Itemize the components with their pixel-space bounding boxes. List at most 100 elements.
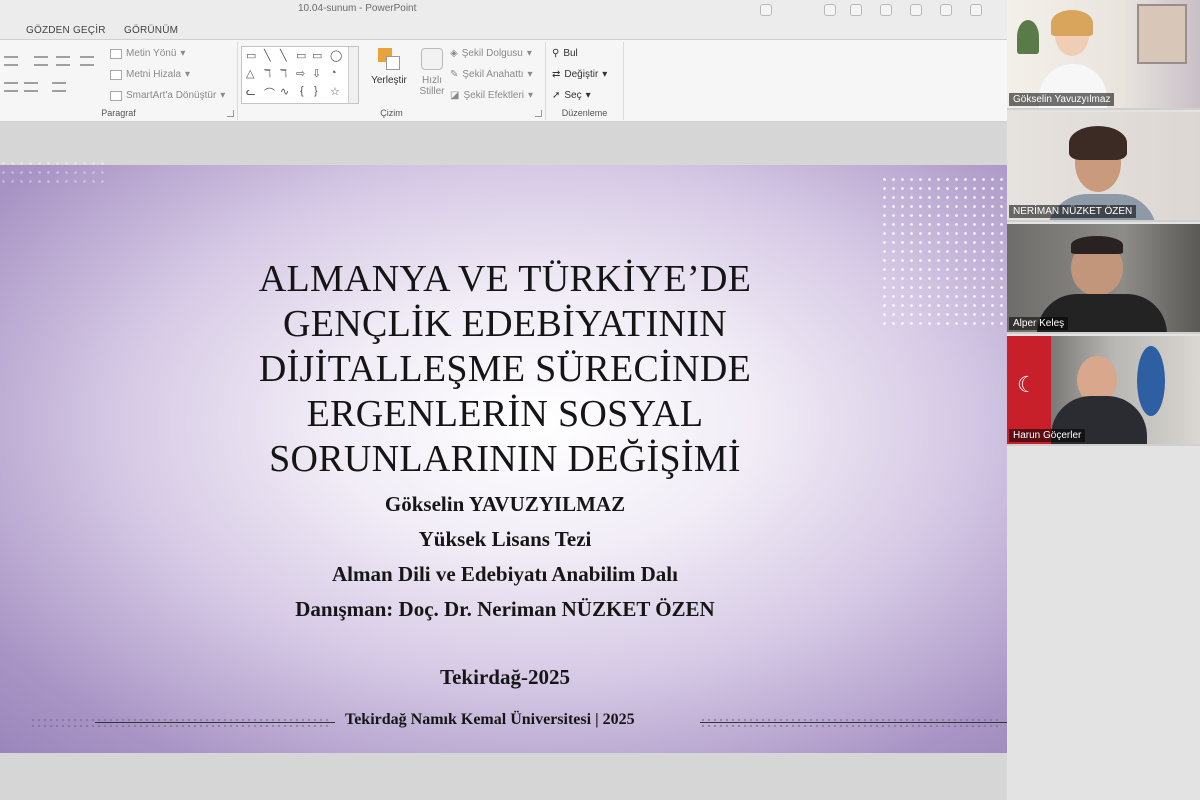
quick-styles-label-2: Stiller [419,86,445,97]
participant-hair [1051,10,1093,36]
advisor: Danışman: Doç. Dr. Neriman NÜZKET ÖZEN [295,597,715,621]
shape-item[interactable]: ◯ [330,49,342,62]
editing-group: ⚲ Bul ⇄ Değiştir ▾ ➚ Seç ▾ Düzenleme [546,42,624,120]
shape-item[interactable]: ∿ [280,85,289,98]
shape-item[interactable]: ▭ [296,49,306,62]
participant-tile[interactable]: ☾ Harun Göçerler [1007,336,1200,446]
replace-icon: ⇄ [552,69,561,80]
shape-item[interactable]: ▭ [312,49,322,62]
people-icon[interactable] [940,4,952,16]
shapes-gallery[interactable]: ▭ ╲ ╲ ▭ ▭ ◯ △ ℸ ℸ ⇨ ⇩ ◔ ᓚ ⌒ ∿ { } ☆ [241,46,359,104]
footer-dots [700,717,1000,727]
editing-group-label: Düzenleme [561,108,608,118]
text-direction-button[interactable]: Metin Yönü ▾ [110,48,185,59]
shape-item[interactable]: ▭ [246,49,256,62]
find-label: Bul [563,48,578,59]
cursor-icon: ➚ [552,90,561,101]
shape-item[interactable]: ᓚ [246,85,255,98]
binoculars-icon: ⚲ [552,48,560,59]
replace-label: Değiştir [564,69,599,80]
replace-button[interactable]: ⇄ Değiştir ▾ [552,69,607,80]
dropdown-arrow-icon: ▾ [528,90,534,101]
participant-name: Alper Keleş [1009,317,1069,330]
clock-icon[interactable] [760,4,772,16]
dropdown-arrow-icon: ▾ [585,90,591,101]
shelf [1137,4,1187,64]
smartart-button[interactable]: SmartArt'a Dönüştür ▾ [110,90,225,101]
arrange-button[interactable]: Yerleştir [366,46,412,86]
text-direction-label: Metin Yönü [126,48,177,59]
columns-icon[interactable] [52,82,66,92]
participant-tile[interactable]: NERİMAN NÜZKET ÖZEN [1007,112,1200,222]
shape-item[interactable]: ╲ [264,49,271,62]
shape-item[interactable]: { [300,85,304,97]
paint-bucket-icon: ◈ [450,48,458,59]
dropdown-arrow-icon: ▾ [602,69,608,80]
tab-view[interactable]: GÖRÜNÜM [124,25,178,36]
paragraph-group: Metin Yönü ▾ Metni Hizala ▾ SmartArt'a D… [0,42,238,120]
shape-item[interactable]: } [314,85,318,97]
shape-item[interactable]: ⇩ [312,67,321,80]
find-button[interactable]: ⚲ Bul [552,48,578,59]
participant-tile[interactable]: Gökselin Yavuzyılmaz [1007,0,1200,110]
align-right-icon[interactable] [4,82,18,92]
smartart-label: SmartArt'a Dönüştür [126,90,217,101]
shape-fill-label: Şekil Dolgusu [461,48,523,59]
shape-item[interactable]: ⇨ [296,67,305,80]
text-direction-icon [110,48,122,59]
participant-tile[interactable]: Alper Keleş [1007,224,1200,334]
shape-item[interactable]: ℸ [280,67,287,80]
align-text-icon [110,69,122,80]
title-line: SORUNLARININ DEĞİŞİMİ [269,438,741,480]
people-icon[interactable] [910,4,922,16]
participant-name: Harun Göçerler [1009,429,1086,442]
quick-styles-button[interactable]: Hızlı Stiller [412,46,452,97]
indent-increase-icon[interactable] [56,56,70,66]
slide[interactable]: ALMANYA VE TÜRKİYE’DE GENÇLİK EDEBİYATIN… [0,159,1050,753]
shape-effects-button[interactable]: ◪ Şekil Efektleri ▾ [450,90,533,101]
people-icon[interactable] [970,4,982,16]
crescent-star-icon: ☾ [1017,372,1037,397]
shape-item[interactable]: △ [246,67,254,80]
title-line: ALMANYA VE TÜRKİYE’DE [258,258,752,300]
title-line: GENÇLİK EDEBİYATININ [283,303,727,345]
select-label: Seç [564,90,582,101]
tab-review[interactable]: GÖZDEN GEÇİR [26,25,106,36]
participant-strip: Gökselin Yavuzyılmaz NERİMAN NÜZKET ÖZEN… [1007,0,1200,800]
university-emblem [1137,346,1165,416]
align-text-label: Metni Hizala [126,69,182,80]
line-spacing-icon[interactable] [80,56,94,66]
quick-access-icons [760,2,1000,20]
people-icon[interactable] [880,4,892,16]
shape-effects-label: Şekil Efektleri [463,90,525,101]
participant-hair [1071,236,1123,254]
shape-item[interactable]: ◔ [330,67,337,79]
gallery-scrollbar[interactable] [348,47,358,103]
degree-type: Yüksek Lisans Tezi [418,527,592,551]
align-icon[interactable] [4,56,18,66]
shape-outline-button[interactable]: ✎ Şekil Anahattı ▾ [450,69,533,80]
arrange-icon [376,46,402,72]
shape-fill-button[interactable]: ◈ Şekil Dolgusu ▾ [450,48,532,59]
shape-item[interactable]: ╲ [280,49,287,62]
dropdown-arrow-icon: ▾ [185,69,191,80]
effects-icon: ◪ [450,90,460,101]
dropdown-arrow-icon: ▾ [527,69,533,80]
pencil-icon: ✎ [450,69,459,80]
people-icon[interactable] [824,4,836,16]
indent-decrease-icon[interactable] [34,56,48,66]
shape-item[interactable]: ℸ [264,67,271,80]
justify-icon[interactable] [24,82,38,92]
select-button[interactable]: ➚ Seç ▾ [552,90,591,101]
dropdown-arrow-icon: ▾ [220,90,226,101]
ribbon-tabs: GÖZDEN GEÇİR GÖRÜNÜM [0,20,1007,40]
dialog-launcher-icon[interactable] [535,110,542,117]
dropdown-arrow-icon: ▾ [526,48,532,59]
paragraph-group-label: Paragraf [101,108,136,118]
align-text-button[interactable]: Metni Hizala ▾ [110,69,190,80]
author-name: Gökselin YAVUZYILMAZ [384,492,626,516]
shape-item[interactable]: ☆ [330,85,340,98]
dialog-launcher-icon[interactable] [227,110,234,117]
shape-item[interactable]: ⌒ [264,85,275,101]
people-icon[interactable] [850,4,862,16]
